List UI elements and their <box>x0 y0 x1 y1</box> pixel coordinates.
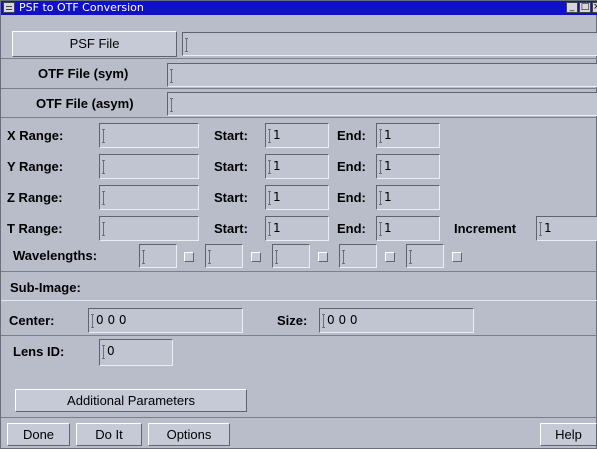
x-end-field[interactable]: 1 <box>376 123 440 148</box>
size-field[interactable]: 0 0 0 <box>319 308 474 333</box>
maximize-icon[interactable]: □ <box>579 2 591 13</box>
psf-file-button[interactable]: PSF File <box>12 31 177 57</box>
wavelength-field-4[interactable] <box>339 244 377 268</box>
help-button[interactable]: Help <box>540 423 597 446</box>
sub-image-label: Sub-Image: <box>10 280 81 295</box>
increment-field[interactable]: 1 <box>536 216 597 241</box>
wavelength-checkbox-4[interactable] <box>385 252 395 262</box>
wavelength-checkbox-2[interactable] <box>251 252 261 262</box>
lens-id-field[interactable]: 0 <box>99 339 173 366</box>
y-start-field[interactable]: 1 <box>265 154 329 179</box>
t-range-label: T Range: <box>7 221 63 236</box>
window-title: PSF to OTF Conversion <box>19 1 144 14</box>
z-range-field[interactable] <box>99 185 199 210</box>
x-range-label: X Range: <box>7 128 64 143</box>
y-start-label: Start: <box>214 159 248 174</box>
done-button[interactable]: Done <box>7 423 70 446</box>
wavelength-checkbox-5[interactable] <box>452 252 462 262</box>
wavelength-checkbox-1[interactable] <box>184 252 194 262</box>
z-end-field[interactable]: 1 <box>376 185 440 210</box>
wavelengths-label: Wavelengths: <box>13 248 98 263</box>
center-label: Center: <box>9 313 55 328</box>
otf-asym-label: OTF File (asym) <box>36 96 134 111</box>
center-field[interactable]: 0 0 0 <box>88 308 243 333</box>
window-menu-icon[interactable] <box>3 2 15 13</box>
dialog-window: PSF to OTF Conversion _ □ × PSF File OTF… <box>0 0 597 449</box>
z-range-label: Z Range: <box>7 190 63 205</box>
z-start-field[interactable]: 1 <box>265 185 329 210</box>
wavelength-checkbox-3[interactable] <box>318 252 328 262</box>
t-start-label: Start: <box>214 221 248 236</box>
additional-parameters-button[interactable]: Additional Parameters <box>15 389 247 412</box>
t-start-field[interactable]: 1 <box>265 216 329 241</box>
size-label: Size: <box>277 313 308 328</box>
options-button[interactable]: Options <box>148 423 230 446</box>
psf-file-field[interactable] <box>182 32 597 56</box>
otf-asym-field[interactable] <box>167 92 597 116</box>
minimize-icon[interactable]: _ <box>566 2 578 13</box>
title-bar: PSF to OTF Conversion _ □ × <box>1 1 597 15</box>
otf-sym-label: OTF File (sym) <box>38 66 129 81</box>
t-end-field[interactable]: 1 <box>376 216 440 241</box>
y-range-field[interactable] <box>99 154 199 179</box>
wavelength-field-2[interactable] <box>205 244 243 268</box>
z-start-label: Start: <box>214 190 248 205</box>
do-it-button[interactable]: Do It <box>76 423 142 446</box>
x-end-label: End: <box>337 128 366 143</box>
x-range-field[interactable] <box>99 123 199 148</box>
wavelength-field-5[interactable] <box>406 244 444 268</box>
y-end-field[interactable]: 1 <box>376 154 440 179</box>
wavelength-field-1[interactable] <box>139 244 177 268</box>
x-start-label: Start: <box>214 128 248 143</box>
z-end-label: End: <box>337 190 366 205</box>
close-icon[interactable]: × <box>592 2 597 13</box>
otf-sym-field[interactable] <box>167 63 597 87</box>
y-range-label: Y Range: <box>7 159 64 174</box>
lens-id-label: Lens ID: <box>13 344 65 359</box>
t-range-field[interactable] <box>99 216 199 241</box>
increment-label: Increment <box>454 221 517 236</box>
t-end-label: End: <box>337 221 366 236</box>
x-start-field[interactable]: 1 <box>265 123 329 148</box>
wavelength-field-3[interactable] <box>272 244 310 268</box>
y-end-label: End: <box>337 159 366 174</box>
